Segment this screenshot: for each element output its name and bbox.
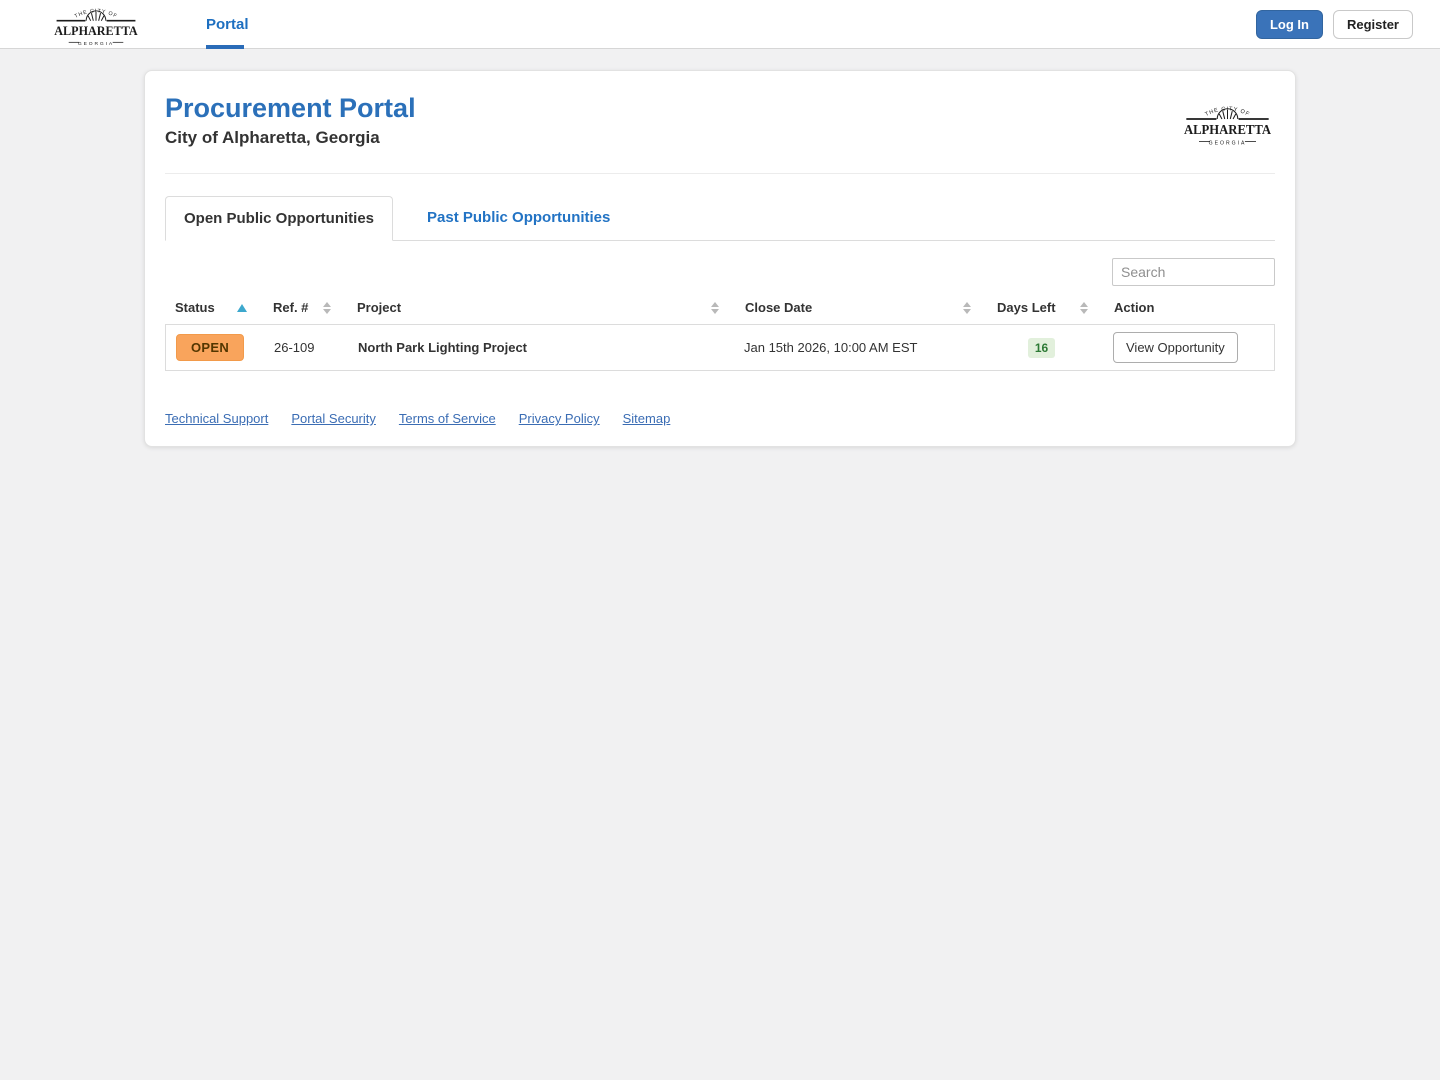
nav-link-portal[interactable]: Portal	[206, 16, 249, 33]
column-header-action: Action	[1104, 300, 1275, 315]
card-header: Procurement Portal City of Alpharetta, G…	[165, 93, 1275, 153]
status-badge: OPEN	[176, 334, 245, 361]
nav-portal-wrap: Portal	[206, 0, 249, 49]
table-row: OPEN 26-109 North Park Lighting Project …	[165, 324, 1275, 371]
tab-bar: Open Public Opportunities Past Public Op…	[165, 196, 1275, 241]
tab-past-public-opportunities[interactable]: Past Public Opportunities	[409, 196, 628, 240]
tab-open-public-opportunities[interactable]: Open Public Opportunities	[165, 196, 394, 241]
footer-link-sitemap[interactable]: Sitemap	[623, 411, 671, 426]
card-header-text: Procurement Portal City of Alpharetta, G…	[165, 93, 416, 148]
cell-close-date: Jan 15th 2026, 10:00 AM EST	[744, 340, 918, 355]
column-label: Action	[1114, 300, 1155, 315]
column-header-close-date[interactable]: Close Date	[735, 300, 987, 315]
column-header-days-left[interactable]: Days Left	[987, 300, 1104, 315]
sort-asc-icon	[237, 303, 247, 312]
sort-both-icon	[963, 301, 971, 314]
page-title: Procurement Portal	[165, 93, 416, 123]
cell-ref: 26-109	[274, 340, 315, 355]
sort-both-icon	[1080, 301, 1088, 314]
svg-text:GEORGIA: GEORGIA	[78, 40, 114, 46]
column-label: Status	[175, 300, 215, 315]
cell-days-left: 16	[986, 337, 1103, 358]
days-left-badge: 16	[1027, 337, 1056, 358]
view-opportunity-button[interactable]: View Opportunity	[1113, 332, 1238, 363]
svg-text:ALPHARETTA: ALPHARETTA	[54, 24, 138, 38]
footer-link-terms-of-service[interactable]: Terms of Service	[399, 411, 496, 426]
column-label: Project	[357, 300, 402, 315]
card-footer-links: Technical Support Portal Security Terms …	[165, 411, 1275, 426]
opportunities-table: Status Ref. # Project Close Date Days Le…	[165, 294, 1275, 371]
cell-action: View Opportunity	[1103, 332, 1274, 363]
procurement-portal-card: Procurement Portal City of Alpharetta, G…	[144, 70, 1296, 447]
header-divider	[165, 173, 1275, 174]
footer-link-technical-support[interactable]: Technical Support	[165, 411, 268, 426]
search-input[interactable]	[1112, 258, 1275, 286]
page-subtitle: City of Alpharetta, Georgia	[165, 128, 380, 148]
svg-text:GEORGIA: GEORGIA	[1209, 140, 1247, 146]
column-label: Close Date	[745, 300, 813, 315]
column-header-ref[interactable]: Ref. #	[263, 300, 347, 315]
alpharetta-logo-icon: THE CITY OF ALPHARETTA GEORGIA	[54, 8, 138, 47]
cell-status: OPEN	[166, 334, 264, 361]
alpharetta-card-logo-icon: THE CITY OF ALPHARETTA GEORGIA	[1184, 106, 1271, 146]
footer-link-privacy-policy[interactable]: Privacy Policy	[519, 411, 600, 426]
alpharetta-logo[interactable]: THE CITY OF ALPHARETTA GEORGIA	[48, 1, 144, 48]
column-label: Ref. #	[273, 300, 309, 315]
top-navbar: THE CITY OF ALPHARETTA GEORGIA Portal Lo…	[0, 0, 1440, 49]
cell-project: North Park Lighting Project	[358, 340, 528, 355]
sort-both-icon	[711, 301, 719, 314]
column-label: Days Left	[997, 300, 1056, 315]
nav-active-underline	[206, 44, 244, 49]
sort-both-icon	[323, 301, 331, 314]
table-header-row: Status Ref. # Project Close Date Days Le…	[165, 294, 1275, 324]
column-header-project[interactable]: Project	[347, 300, 735, 315]
footer-link-portal-security[interactable]: Portal Security	[291, 411, 376, 426]
login-button[interactable]: Log In	[1255, 9, 1323, 39]
search-row	[165, 258, 1275, 286]
svg-text:ALPHARETTA: ALPHARETTA	[1184, 122, 1271, 137]
register-button[interactable]: Register	[1332, 9, 1413, 39]
column-header-status[interactable]: Status	[165, 300, 263, 315]
